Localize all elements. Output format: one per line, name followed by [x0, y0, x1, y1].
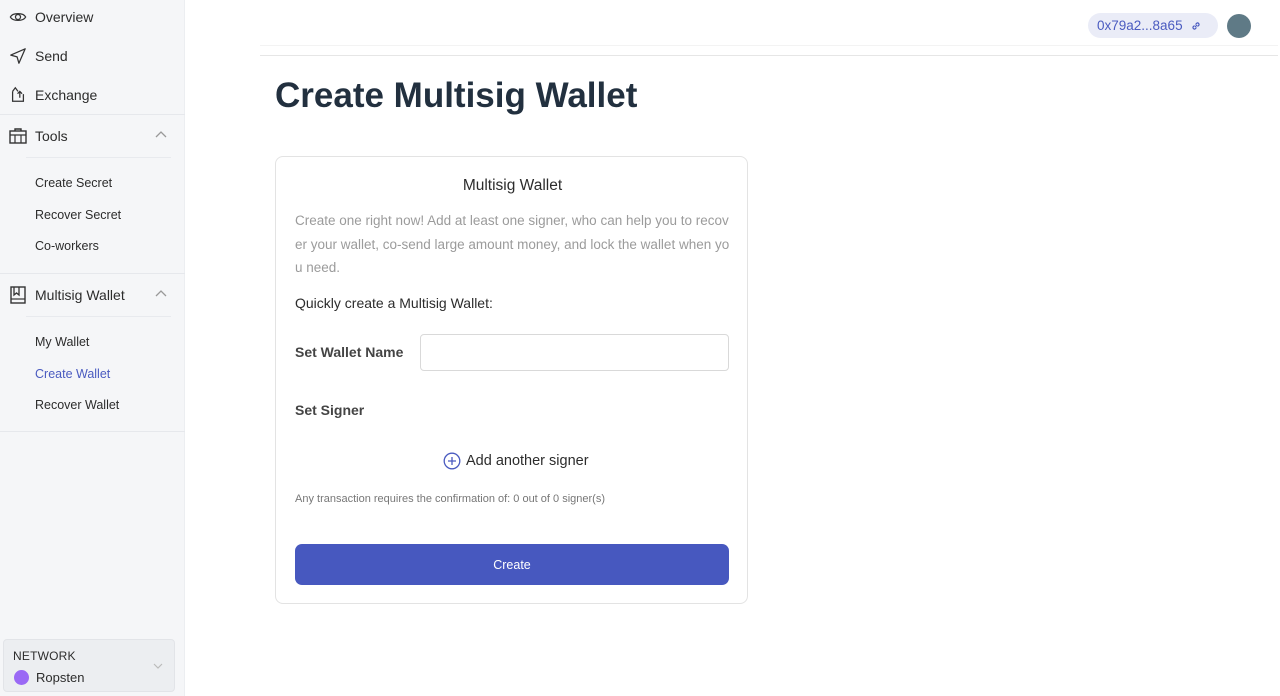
eye-icon: [8, 7, 28, 27]
network-name: Ropsten: [36, 670, 85, 685]
wallet-address-pill[interactable]: 0x79a2...8a65: [1088, 13, 1218, 38]
sidebar-item-create-wallet[interactable]: Create Wallet: [35, 367, 110, 381]
sidebar-item-recover-wallet[interactable]: Recover Wallet: [35, 398, 119, 412]
app-root: Overview Send Exchange Tools Create Secr…: [0, 0, 1280, 696]
link-icon: [1191, 21, 1200, 30]
sidebar-item-my-wallet[interactable]: My Wallet: [35, 335, 89, 349]
nav-item-overview[interactable]: Overview: [0, 0, 185, 36]
nav-item-label: Exchange: [35, 87, 98, 103]
divider: [26, 157, 171, 158]
add-signer-label: Add another signer: [466, 453, 589, 469]
wallet-name-label: Set Wallet Name: [295, 344, 404, 360]
plus-circle-icon: [443, 452, 461, 470]
nav-item-send[interactable]: Send: [0, 37, 185, 75]
add-signer-button[interactable]: Add another signer: [443, 452, 589, 470]
wallet-book-icon: [8, 285, 28, 305]
chevron-up-icon[interactable]: [154, 287, 168, 301]
sidebar-item-recover-secret[interactable]: Recover Secret: [35, 208, 121, 222]
quick-create-label: Quickly create a Multisig Wallet:: [295, 295, 493, 311]
divider: [26, 316, 171, 317]
chevron-down-icon: [153, 663, 163, 669]
multisig-wallet-card: Multisig Wallet Create one right now! Ad…: [275, 156, 748, 604]
section-label: Tools: [35, 128, 68, 144]
network-label: NETWORK: [13, 649, 76, 663]
create-button[interactable]: Create: [295, 544, 729, 585]
set-signer-label: Set Signer: [295, 402, 365, 418]
nav-item-label: Send: [35, 48, 68, 64]
section-multisig-wallet[interactable]: Multisig Wallet: [0, 274, 185, 316]
exchange-icon: [8, 85, 28, 105]
divider: [260, 55, 1278, 56]
divider: [0, 431, 185, 432]
chevron-up-icon[interactable]: [154, 128, 168, 142]
network-status-dot: [14, 670, 29, 685]
send-icon: [8, 46, 28, 66]
confirmation-requirement-text: Any transaction requires the confirmatio…: [295, 493, 605, 505]
card-title: Multisig Wallet: [462, 177, 563, 194]
sidebar: Overview Send Exchange Tools Create Secr…: [0, 0, 185, 696]
wallet-name-input[interactable]: [420, 334, 729, 371]
divider: [260, 45, 1278, 46]
nav-item-label: Overview: [35, 9, 94, 25]
network-selector[interactable]: NETWORK Ropsten: [3, 639, 175, 692]
wallet-address: 0x79a2...8a65: [1097, 18, 1183, 33]
sidebar-item-create-secret[interactable]: Create Secret: [35, 176, 112, 190]
card-description: Create one right now! Add at least one s…: [295, 213, 730, 275]
avatar[interactable]: [1227, 14, 1251, 38]
sidebar-item-co-workers[interactable]: Co-workers: [35, 239, 99, 253]
page-title: Create Multisig Wallet: [275, 76, 638, 115]
nav-item-exchange[interactable]: Exchange: [0, 76, 185, 114]
section-label: Multisig Wallet: [35, 287, 125, 303]
toolbox-icon: [8, 126, 28, 146]
section-tools[interactable]: Tools: [0, 115, 185, 157]
